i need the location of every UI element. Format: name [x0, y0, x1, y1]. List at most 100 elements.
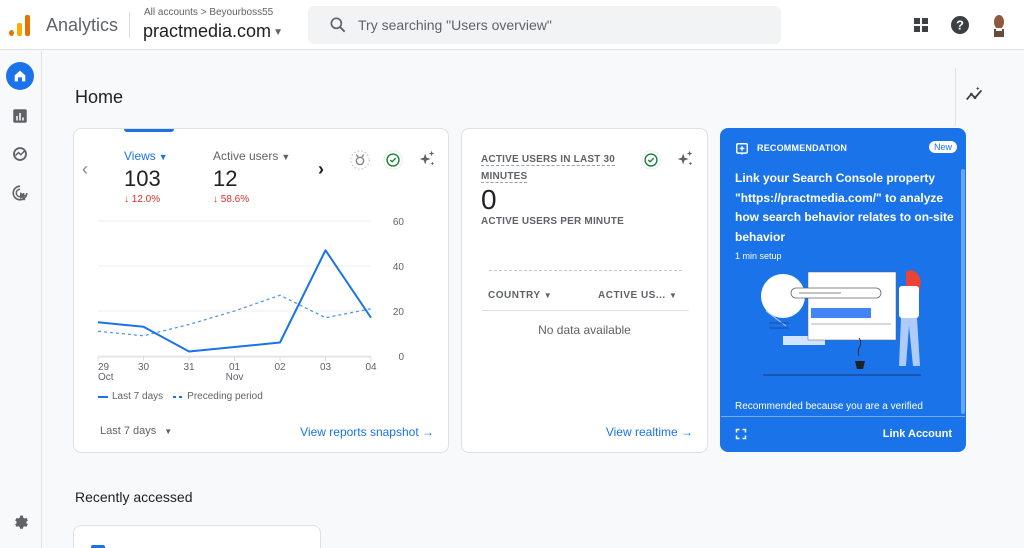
chevron-down-icon: ▼ [668, 291, 678, 300]
explore-icon [13, 147, 27, 161]
realtime-subtitle: ACTIVE USERS PER MINUTE [481, 216, 624, 227]
home-icon [14, 70, 26, 82]
right-divider [955, 68, 956, 126]
views-line-chart: 020406029Oct30 31 01Nov02 03 04 [97, 217, 405, 383]
realtime-title-line2: MINUTES [481, 171, 528, 183]
metric-delta: ↓ 12.0% [124, 194, 161, 205]
left-nav-rail [0, 51, 42, 548]
metric-active-users[interactable]: Active users ▼ 12 ↓ 58.6% [213, 149, 290, 205]
column-header-active-users[interactable]: ACTIVE US... ▼ [598, 290, 677, 301]
bar-chart-icon [13, 109, 27, 123]
sidebar-item-explore[interactable] [6, 140, 34, 168]
table-divider [482, 310, 689, 311]
x-tick-label: 02 [274, 362, 286, 373]
view-reports-snapshot-link[interactable]: View reports snapshot → [300, 425, 434, 439]
column-header-country[interactable]: COUNTRY ▼ [488, 290, 552, 301]
overview-card: ‹ Views ▼ 103 ↓ 12.0% Active users ▼ 12 ↓ … [73, 128, 449, 453]
legend-dashed-swatch [173, 395, 184, 398]
help-icon[interactable]: ? [948, 13, 972, 37]
metric-value: 12 [213, 166, 238, 191]
recommendation-reason: Recommended because you are a verified [735, 401, 923, 412]
search-console-illustration [761, 270, 921, 376]
y-tick-label: 40 [393, 262, 405, 273]
setup-time: 1 min setup [735, 251, 782, 261]
header-divider [129, 12, 130, 38]
y-tick-label: 0 [398, 352, 404, 363]
sidebar-item-advertising[interactable] [6, 179, 34, 207]
chevron-left-icon[interactable]: ‹ [82, 159, 88, 180]
selected-metric-indicator [124, 129, 174, 132]
chevron-down-icon: ▼ [158, 152, 168, 162]
recommendation-card: RECOMMENDATION New Link your Search Cons… [720, 128, 966, 452]
view-realtime-link[interactable]: View realtime → [606, 425, 693, 439]
sidebar-item-reports[interactable] [6, 102, 34, 130]
legend-current: Last 7 days [112, 391, 164, 402]
no-data-message: No data available [538, 323, 631, 337]
realtime-title-line1: ACTIVE USERS IN LAST 30 [481, 154, 616, 166]
metric-delta: ↓ 58.6% [213, 194, 250, 205]
chevron-down-icon: ▼ [281, 152, 291, 162]
app-name: Analytics [46, 15, 119, 35]
sidebar-item-home[interactable] [6, 62, 34, 90]
realtime-title[interactable]: ACTIVE USERS IN LAST 30 MINUTES [481, 151, 621, 185]
top-bar: Analytics All accounts > Beyourboss55 pr… [0, 0, 1024, 50]
new-badge: New [929, 141, 958, 153]
advertising-cursor-icon [12, 185, 28, 201]
arrow-right-icon: → [681, 425, 693, 439]
legend-previous: Preceding period [187, 391, 263, 402]
metric-views[interactable]: Views ▼ 103 ↓ 12.0% [124, 149, 168, 205]
y-tick-label: 60 [393, 217, 405, 228]
chevron-down-icon: ▼ [164, 427, 173, 436]
analytics-logo[interactable] [9, 14, 31, 36]
series-line-last-7-days [97, 249, 372, 353]
achievement-badge-icon[interactable] [349, 149, 371, 171]
column-label: COUNTRY [488, 290, 541, 301]
link-account-button[interactable]: Link Account [883, 428, 952, 440]
chart-legend: Last 7 days Preceding period [98, 391, 263, 402]
check-circle-icon[interactable] [640, 149, 662, 171]
date-range-selector[interactable]: Last 7 days ▼ [100, 425, 172, 437]
svg-text:?: ? [956, 18, 964, 33]
x-tick-month-label: Nov [226, 372, 244, 383]
arrow-right-icon: → [422, 425, 434, 439]
column-label: ACTIVE US... [598, 290, 666, 301]
page-title: Home [75, 87, 124, 107]
search-icon [330, 17, 346, 33]
account-avatar[interactable] [987, 13, 1011, 37]
recommendation-label: RECOMMENDATION [757, 143, 848, 153]
recently-accessed-card[interactable] [73, 525, 321, 548]
x-tick-label: 03 [320, 362, 332, 373]
legend-solid-swatch [98, 395, 108, 398]
recently-accessed-heading: Recently accessed [75, 489, 193, 505]
gear-icon[interactable] [11, 513, 29, 531]
metric-label: Active users [213, 149, 279, 163]
link-label: View reports snapshot [300, 425, 419, 439]
recommendation-scrollbar[interactable] [961, 169, 965, 414]
card-footer-divider [721, 416, 965, 417]
date-range-label: Last 7 days [100, 425, 157, 437]
realtime-card: ACTIVE USERS IN LAST 30 MINUTES 0 ACTIVE … [461, 128, 708, 453]
insights-icon[interactable] [964, 84, 986, 106]
chevron-down-icon: ▼ [273, 26, 283, 38]
series-line-preceding-period [97, 294, 372, 337]
expand-icon[interactable] [735, 428, 747, 440]
search-bar[interactable] [308, 6, 781, 44]
metric-label: Views [124, 149, 156, 163]
apps-grid-icon[interactable] [909, 13, 933, 37]
chevron-right-icon[interactable]: › [318, 159, 324, 180]
property-name: practmedia.com [143, 21, 272, 41]
x-tick-label: 31 [183, 362, 195, 373]
x-tick-label: 04 [365, 362, 377, 373]
search-input[interactable] [358, 14, 758, 36]
sparkle-icon[interactable] [416, 148, 438, 170]
x-tick-month-label: Oct [98, 372, 114, 383]
breadcrumb[interactable]: All accounts > Beyourboss55 [144, 7, 273, 18]
sparkle-icon[interactable] [674, 148, 696, 170]
property-selector[interactable]: practmedia.com ▼ [143, 21, 283, 42]
metric-value: 103 [124, 166, 161, 191]
check-circle-icon[interactable] [382, 149, 404, 171]
realtime-value: 0 [481, 184, 497, 215]
empty-chart-baseline [489, 270, 682, 271]
recommendation-text: Link your Search Console property "https… [735, 171, 954, 244]
chevron-down-icon: ▼ [543, 291, 553, 300]
